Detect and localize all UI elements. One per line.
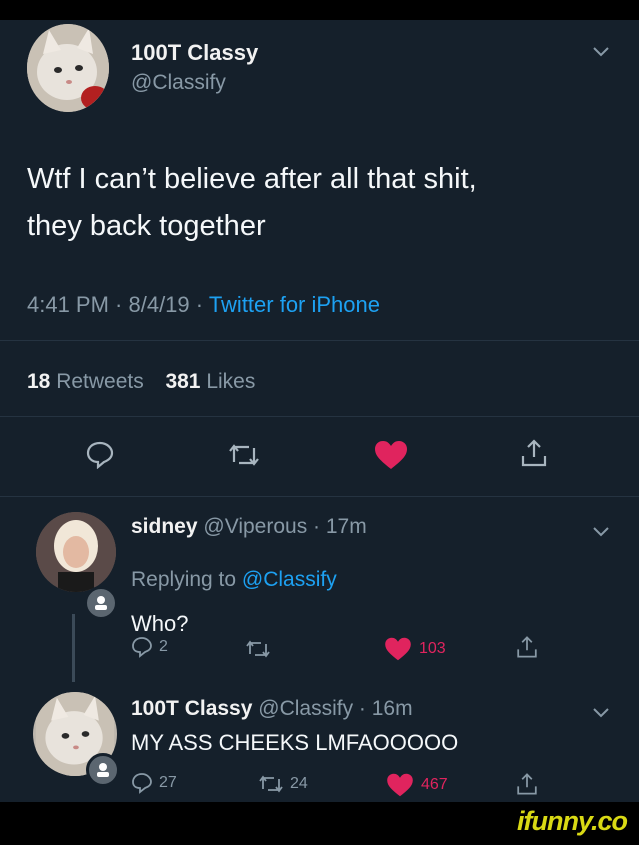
author-name[interactable]: 100T Classy	[131, 40, 258, 66]
engagement-counts: 18 Retweets 381 Likes	[27, 370, 255, 394]
reply-header: 100T Classy @Classify · 16m	[131, 697, 413, 721]
reply-icon	[132, 773, 152, 794]
author-avatar[interactable]	[27, 24, 109, 112]
tweet-text: Wtf I can’t believe after all that shit,…	[27, 156, 477, 250]
ifunny-watermark: ifunny.co	[517, 806, 628, 836]
tweet-source-link[interactable]: Twitter for iPhone	[209, 292, 380, 317]
replying-to-label: Replying to	[131, 568, 242, 591]
mic-badge-icon	[84, 586, 118, 620]
divider	[0, 340, 639, 341]
like-count: 103	[419, 640, 446, 657]
share-icon[interactable]	[515, 772, 539, 796]
tweet-timestamp: 4:41 PM · 8/4/19 ·	[27, 292, 209, 317]
reply-handle-time[interactable]: @Classify · 16m	[258, 697, 412, 720]
like-label[interactable]: Likes	[206, 370, 255, 393]
reply-header: sidney @Viperous · 17m	[131, 515, 367, 539]
retweet-count: 24	[290, 775, 308, 792]
retweet-icon[interactable]	[227, 442, 261, 468]
chevron-down-icon[interactable]	[592, 707, 610, 719]
reply-handle-time[interactable]: @Viperous · 17m	[203, 515, 366, 538]
author-handle[interactable]: @Classify	[131, 71, 226, 95]
like-count: 467	[421, 776, 448, 793]
mic-badge-icon	[86, 753, 120, 787]
tweet-detail-screen: 100T Classy @Classify Wtf I can’t believ…	[0, 20, 639, 802]
reply-avatar[interactable]	[36, 512, 116, 592]
divider	[0, 496, 639, 497]
retweet-count[interactable]: 18	[27, 370, 50, 393]
retweet-icon[interactable]	[245, 639, 271, 659]
heart-icon[interactable]	[373, 440, 409, 470]
chevron-down-icon[interactable]	[592, 526, 610, 538]
heart-icon	[387, 773, 413, 797]
heart-icon	[385, 637, 411, 661]
reply-action[interactable]: 27	[131, 772, 177, 794]
retweet-icon	[259, 775, 283, 793]
reply-icon	[132, 637, 152, 658]
reply-count: 2	[159, 638, 168, 655]
like-action[interactable]: 103	[383, 637, 446, 661]
retweet-label[interactable]: Retweets	[56, 370, 144, 393]
tweet-text-line: Wtf I can’t believe after all that shit,	[27, 163, 477, 195]
tweet-text-line: they back together	[27, 210, 266, 242]
reply-text: Who?	[131, 611, 189, 636]
reply-author-name[interactable]: 100T Classy	[131, 697, 252, 720]
share-icon[interactable]	[519, 438, 549, 468]
chevron-down-icon[interactable]	[592, 46, 610, 58]
like-action[interactable]: 467	[385, 773, 448, 797]
reply-author-name[interactable]: sidney	[131, 515, 198, 538]
tweet-meta: 4:41 PM · 8/4/19 · Twitter for iPhone	[27, 292, 380, 318]
reply-text: MY ASS CHEEKS LMFAOOOOO	[131, 730, 459, 755]
retweet-action[interactable]: 24	[258, 774, 308, 794]
replying-to-handle[interactable]: @Classify	[242, 568, 337, 591]
reply-action[interactable]: 2	[131, 636, 168, 658]
share-icon[interactable]	[515, 635, 539, 659]
like-count[interactable]: 381	[165, 370, 200, 393]
divider	[0, 416, 639, 417]
thread-line	[72, 614, 75, 682]
replying-to: Replying to @Classify	[131, 568, 337, 592]
reply-icon[interactable]	[85, 439, 115, 469]
reply-count: 27	[159, 774, 177, 791]
